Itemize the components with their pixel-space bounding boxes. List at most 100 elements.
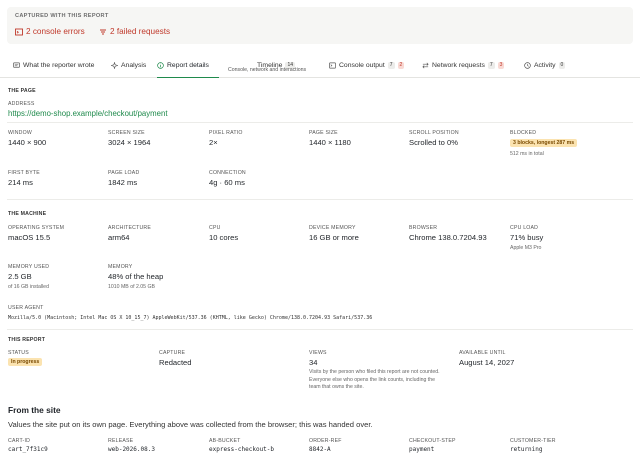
first-byte-value: 214 ms: [8, 178, 33, 187]
os-label: OPERATING SYSTEM: [8, 225, 65, 231]
from-the-site-description: Values the site put on its own page. Eve…: [8, 420, 373, 429]
blocked-label: BLOCKED: [510, 130, 537, 136]
activity-count: 0: [558, 62, 566, 69]
cpu-value: 10 cores: [209, 233, 239, 242]
page-size-value: 1440 × 1180: [309, 138, 351, 147]
cpu-label: CPU: [209, 225, 221, 231]
network-icon: [422, 62, 429, 69]
memory-used-value: 2.5 GB: [8, 272, 32, 281]
pixel-ratio-label: PIXEL RATIO: [209, 130, 243, 136]
cpu-model: Apple M3 Pro: [510, 245, 542, 251]
from-the-site-heading: From the site: [8, 405, 61, 415]
sparkle-icon: [111, 62, 118, 69]
site-field-value: cart_7f31c9: [8, 446, 48, 453]
tab-what-reporter-wrote[interactable]: What the reporter wrote: [13, 53, 94, 78]
divider: [7, 122, 633, 123]
blocked-badge: 3 blocks, longest 287 ms: [510, 139, 578, 147]
failed-request-icon: [100, 29, 106, 34]
capture-label: CAPTURE: [159, 350, 186, 356]
page-load-value: 1842 ms: [108, 178, 138, 187]
console-error-icon: [15, 28, 23, 35]
info-icon: [157, 62, 164, 69]
failed-requests-label: 2 failed requests: [110, 27, 171, 36]
status-badge: In progress: [8, 358, 43, 366]
section-this-report: THIS REPORT: [8, 337, 46, 343]
failed-requests-link[interactable]: 2 failed requests: [99, 27, 170, 36]
cpu-load-label: CPU LOAD: [510, 225, 539, 231]
tab-label: Network requests: [432, 62, 485, 69]
screen-size-value: 3024 × 1964: [108, 138, 151, 147]
tab-network-requests[interactable]: Network requests 7 3: [422, 53, 505, 78]
user-agent-value: Mozilla/5.0 (Macintosh; Intel Mac OS X 1…: [8, 315, 373, 321]
site-field-value: web-2026.08.3: [108, 446, 155, 453]
tab-console-output[interactable]: Console output 7 2: [329, 53, 405, 78]
message-icon: [13, 62, 20, 68]
connection-label: CONNECTION: [209, 170, 246, 176]
network-count: 7: [487, 62, 495, 69]
address-label: ADDRESS: [8, 101, 35, 107]
report-details-page: CAPTURED WITH THIS REPORT 2 console erro…: [0, 0, 640, 471]
os-value: macOS 15.5: [8, 233, 51, 242]
site-field-value: 8842-A: [309, 446, 331, 453]
tab-label: Analysis: [121, 62, 147, 69]
console-count: 7: [387, 62, 395, 69]
tab-report-details[interactable]: Report details: [157, 53, 219, 78]
memory-heap-detail: 1010 MB of 2.05 GB: [108, 284, 156, 290]
first-byte-label: FIRST BYTE: [8, 170, 40, 176]
capture-value: Redacted: [159, 358, 192, 367]
browser-label: BROWSER: [409, 225, 438, 231]
site-field-label: CART-ID: [8, 438, 31, 444]
memory-value: 48% of the heap: [108, 272, 164, 281]
memory-used-label: MEMORY USED: [8, 264, 50, 270]
available-until-value: August 14, 2027: [459, 358, 515, 367]
alert-title: CAPTURED WITH THIS REPORT: [15, 13, 109, 19]
tab-label: Activity: [534, 62, 556, 69]
views-value: 34: [309, 358, 318, 367]
terminal-icon: [329, 62, 336, 69]
section-the-machine: THE MACHINE: [8, 211, 47, 217]
connection-value: 4g · 60 ms: [209, 178, 245, 187]
captured-alert: CAPTURED WITH THIS REPORT 2 console erro…: [7, 7, 633, 44]
console-errors-link[interactable]: 2 console errors: [15, 27, 85, 36]
divider: [7, 199, 633, 200]
site-field-label: AB-BUCKET: [209, 438, 241, 444]
screen-size-label: SCREEN SIZE: [108, 130, 145, 136]
available-until-label: AVAILABLE UNTIL: [459, 350, 506, 356]
pixel-ratio-value: 2×: [209, 138, 218, 147]
console-error-count: 2: [397, 62, 405, 69]
site-field-label: CHECKOUT-STEP: [409, 438, 456, 444]
scroll-position-label: SCROLL POSITION: [409, 130, 459, 136]
blocked-total: 512 ms in total: [510, 151, 544, 157]
page-load-label: PAGE LOAD: [108, 170, 140, 176]
tab-label: What the reporter wrote: [23, 62, 95, 69]
views-label: VIEWS: [309, 350, 327, 356]
architecture-label: ARCHITECTURE: [108, 225, 152, 231]
timeline-subtitle: Console, network and interactions: [228, 67, 307, 73]
memory-label: MEMORY: [108, 264, 133, 270]
scroll-position-value: Scrolled to 0%: [409, 138, 458, 147]
tab-analysis[interactable]: Analysis: [111, 53, 146, 78]
tab-bar: What the reporter wrote Analysis Report …: [0, 53, 640, 78]
site-field-value: payment: [409, 446, 435, 453]
tab-activity[interactable]: Activity 0: [524, 53, 566, 78]
architecture-value: arm64: [108, 233, 130, 242]
site-field-label: RELEASE: [108, 438, 134, 444]
views-note: Visits by the person who filed this repo…: [309, 369, 440, 391]
site-field-label: CUSTOMER-TIER: [510, 438, 556, 444]
activity-icon: [524, 62, 531, 69]
memory-installed: of 16 GB installed: [8, 284, 49, 290]
network-error-count: 3: [497, 62, 505, 69]
section-the-page: THE PAGE: [8, 88, 36, 94]
divider: [7, 329, 633, 330]
browser-value: Chrome 138.0.7204.93: [409, 233, 487, 242]
user-agent-label: USER AGENT: [8, 305, 44, 311]
site-field-value: express-checkout-b: [209, 446, 275, 453]
cpu-load-value: 71% busy: [510, 233, 544, 242]
status-label: STATUS: [8, 350, 29, 356]
address-link[interactable]: https://demo-shop.example/checkout/payme…: [8, 109, 168, 118]
tab-label: Console output: [339, 62, 385, 69]
window-value: 1440 × 900: [8, 138, 47, 147]
tab-label: Report details: [167, 62, 209, 69]
tab-timeline[interactable]: Timeline 14 Console, network and interac…: [228, 53, 320, 78]
site-field-value: returning: [510, 446, 543, 453]
